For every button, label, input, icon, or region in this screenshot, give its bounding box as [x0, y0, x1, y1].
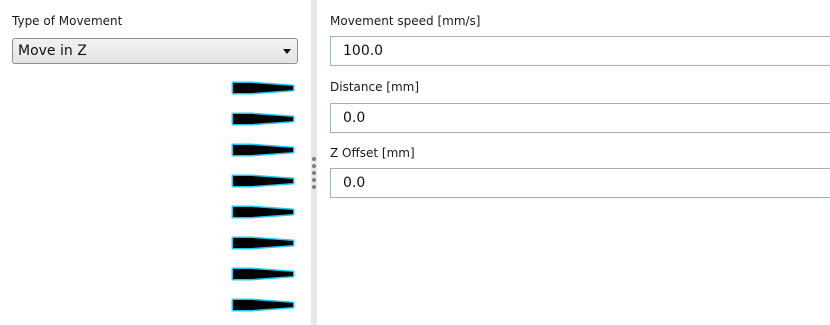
nozzle-icon	[229, 297, 297, 313]
nozzle-icon	[229, 235, 297, 251]
splitter-grip-dot	[312, 185, 316, 189]
z-offset-label: Z Offset [mm]	[330, 146, 415, 160]
z-offset-input[interactable]	[330, 168, 830, 198]
panel-splitter[interactable]	[311, 0, 317, 325]
chevron-down-icon	[283, 49, 291, 54]
distance-input[interactable]	[330, 103, 830, 133]
movement-speed-label: Movement speed [mm/s]	[330, 14, 481, 28]
movement-type-dropdown[interactable]: Move in Z	[12, 38, 298, 64]
type-of-movement-label: Type of Movement	[12, 14, 123, 28]
movement-speed-input[interactable]	[330, 36, 830, 66]
nozzle-icon	[229, 142, 297, 158]
movement-type-panel: Type of Movement Move in Z	[0, 0, 308, 325]
splitter-grip-dot	[312, 178, 316, 182]
nozzle-icon	[229, 266, 297, 282]
nozzle-icon	[229, 111, 297, 127]
nozzle-icon	[229, 204, 297, 220]
splitter-grip-dot	[312, 157, 316, 161]
splitter-grip-dot	[312, 171, 316, 175]
movement-editor: Type of Movement Move in Z Movement spee…	[0, 0, 830, 325]
splitter-grip-dot	[312, 164, 316, 168]
distance-label: Distance [mm]	[330, 80, 420, 94]
nozzle-icon	[229, 80, 297, 96]
nozzle-icon	[229, 173, 297, 189]
movement-type-selected: Move in Z	[18, 43, 87, 59]
